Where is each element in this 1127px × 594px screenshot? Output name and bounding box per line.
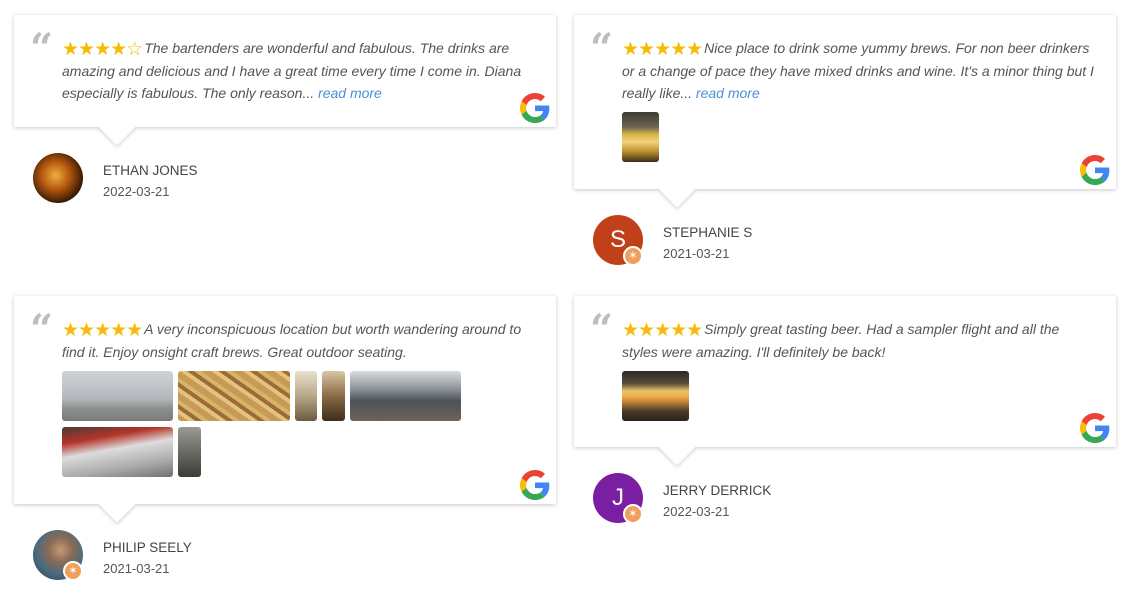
reviewer-badge-icon: ✶ — [63, 561, 83, 581]
review-photo[interactable] — [178, 427, 201, 477]
card-pointer — [658, 428, 696, 466]
quote-icon: “ — [590, 306, 614, 353]
review-photo[interactable] — [622, 112, 659, 162]
avatar — [33, 153, 83, 203]
google-logo-icon — [1080, 413, 1110, 443]
review-text: ★★★★☆ The bartenders are wonderful and fa… — [62, 39, 522, 101]
review-card-1: “ ★★★★☆ The bartenders are wonderful and … — [14, 15, 556, 146]
google-logo-icon — [520, 93, 550, 123]
reviewer-badge-icon: ✶ — [623, 504, 643, 524]
review-photo[interactable] — [350, 371, 461, 421]
author-name: JERRY DERRICK — [663, 483, 772, 498]
review-date: 2021-03-21 — [103, 561, 170, 576]
review-text: ★★★★★ Nice place to drink some yummy brew… — [622, 39, 1094, 101]
reviewer-badge-icon: ✶ — [623, 246, 643, 266]
review-card-2: “ ★★★★★ Nice place to drink some yummy br… — [574, 15, 1116, 208]
google-logo-icon — [520, 470, 550, 500]
star-rating: ★★★★★ — [622, 320, 703, 341]
author-name: STEPHANIE S — [663, 225, 753, 240]
review-author-3: ✶ PHILIP SEELY 2021-03-21 — [33, 530, 253, 582]
review-photo[interactable] — [62, 371, 173, 421]
review-text: ★★★★★ Simply great tasting beer. Had a sa… — [622, 320, 1060, 360]
review-card-3: “ ★★★★★ A very inconspicuous location but… — [14, 296, 556, 523]
review-photo[interactable] — [622, 371, 689, 421]
review-photo[interactable] — [178, 371, 290, 421]
review-author-2: S ✶ STEPHANIE S 2021-03-21 — [593, 215, 813, 267]
google-logo-icon — [1080, 155, 1110, 185]
review-author-4: J ✶ JERRY DERRICK 2022-03-21 — [593, 473, 813, 525]
review-author-1: ETHAN JONES 2022-03-21 — [33, 153, 253, 205]
star-rating: ★★★★★ — [62, 320, 143, 341]
review-card-4: “ ★★★★★ Simply great tasting beer. Had a … — [574, 296, 1116, 466]
author-name: PHILIP SEELY — [103, 540, 192, 555]
quote-icon: “ — [30, 306, 54, 353]
card-pointer — [658, 170, 696, 208]
review-date: 2022-03-21 — [663, 504, 730, 519]
author-name: ETHAN JONES — [103, 163, 198, 178]
star-rating: ★★★★★ — [622, 39, 703, 60]
quote-icon: “ — [590, 25, 614, 72]
review-date: 2022-03-21 — [103, 184, 170, 199]
review-text: ★★★★★ A very inconspicuous location but w… — [62, 320, 522, 360]
read-more-link[interactable]: read more — [318, 85, 382, 101]
review-photo[interactable] — [62, 427, 173, 477]
review-photo[interactable] — [322, 371, 345, 421]
read-more-link[interactable]: read more — [696, 85, 760, 101]
quote-icon: “ — [30, 25, 54, 72]
card-pointer — [98, 485, 136, 523]
review-photo[interactable] — [295, 371, 317, 421]
review-date: 2021-03-21 — [663, 246, 730, 261]
star-rating: ★★★★☆ — [62, 39, 143, 60]
card-pointer — [98, 108, 136, 146]
